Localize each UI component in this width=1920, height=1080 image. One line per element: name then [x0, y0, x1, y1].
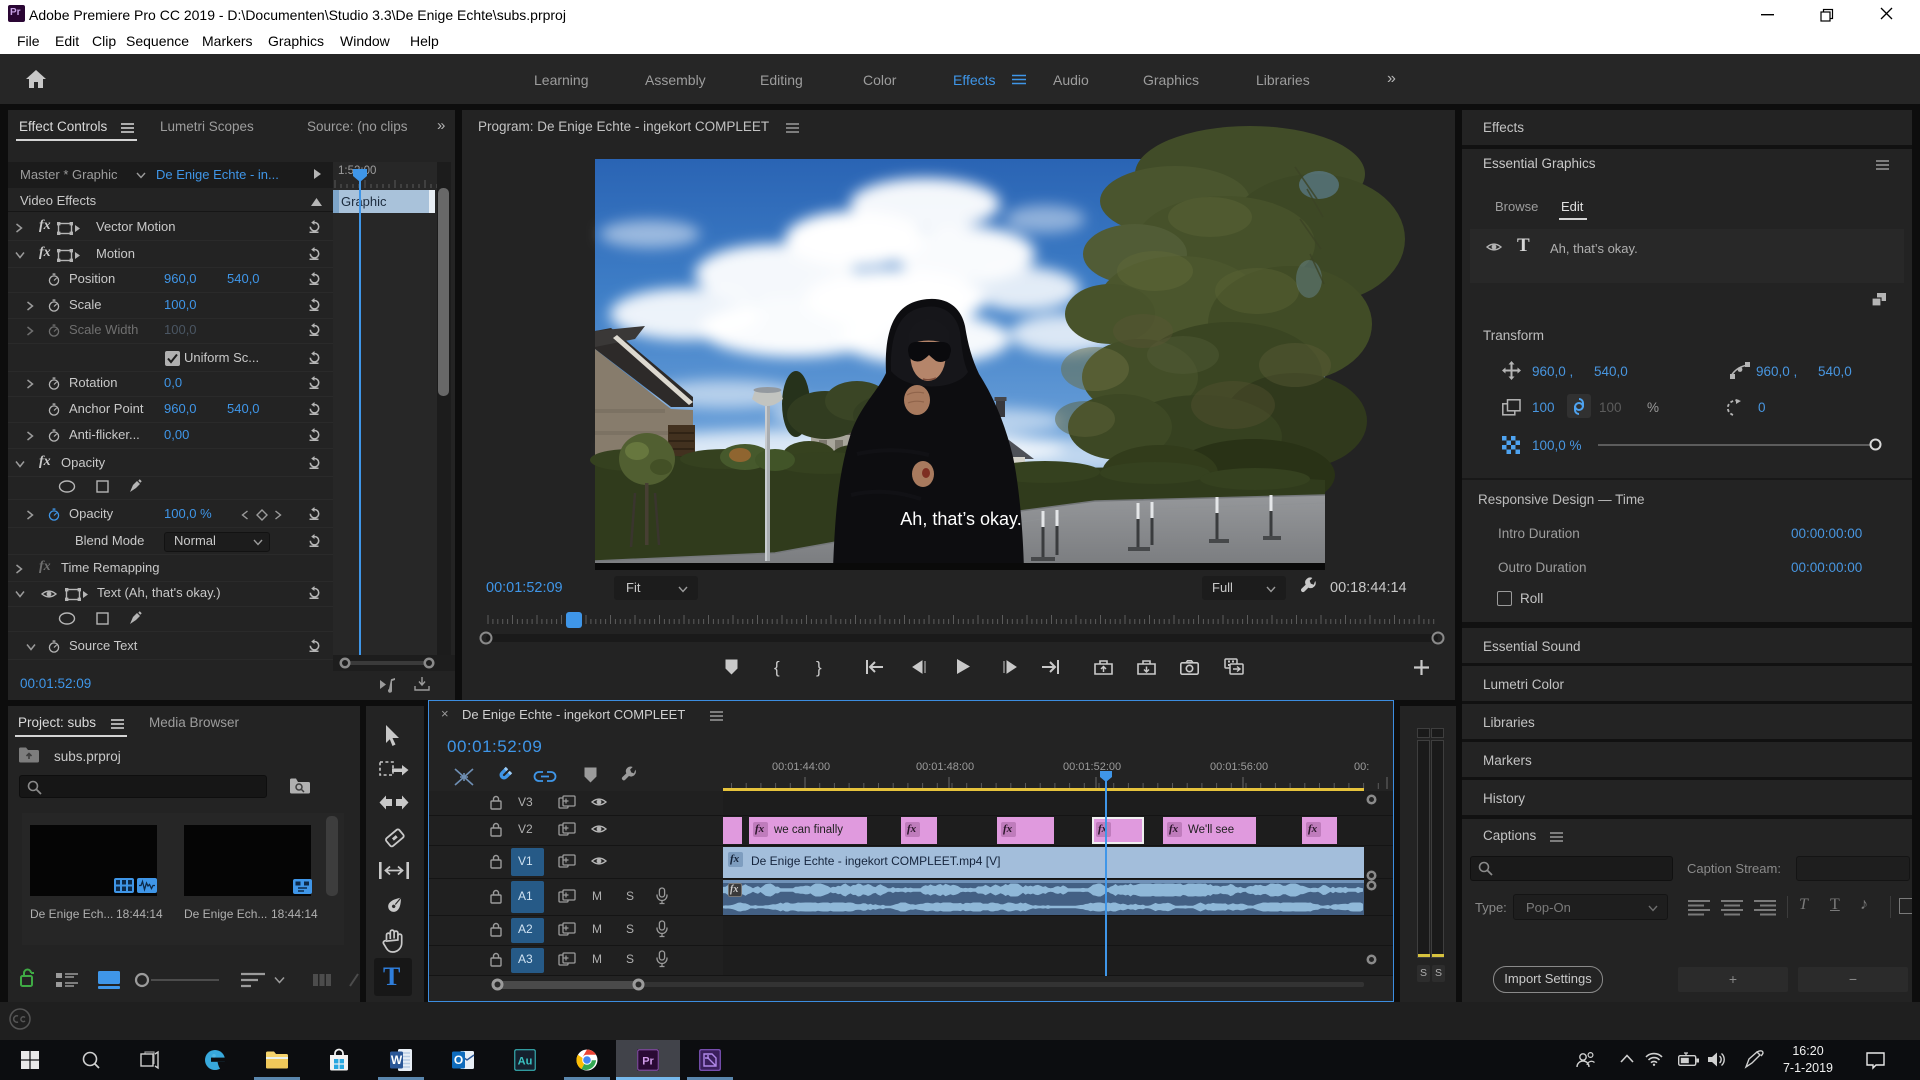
svg-text:Au: Au — [518, 1056, 533, 1068]
svg-text:Pr: Pr — [642, 1056, 654, 1068]
svg-text:Ah, that’s okay.: Ah, that’s okay. — [900, 509, 1021, 529]
svg-text:W: W — [391, 1053, 403, 1067]
svg-text:O: O — [454, 1053, 463, 1067]
